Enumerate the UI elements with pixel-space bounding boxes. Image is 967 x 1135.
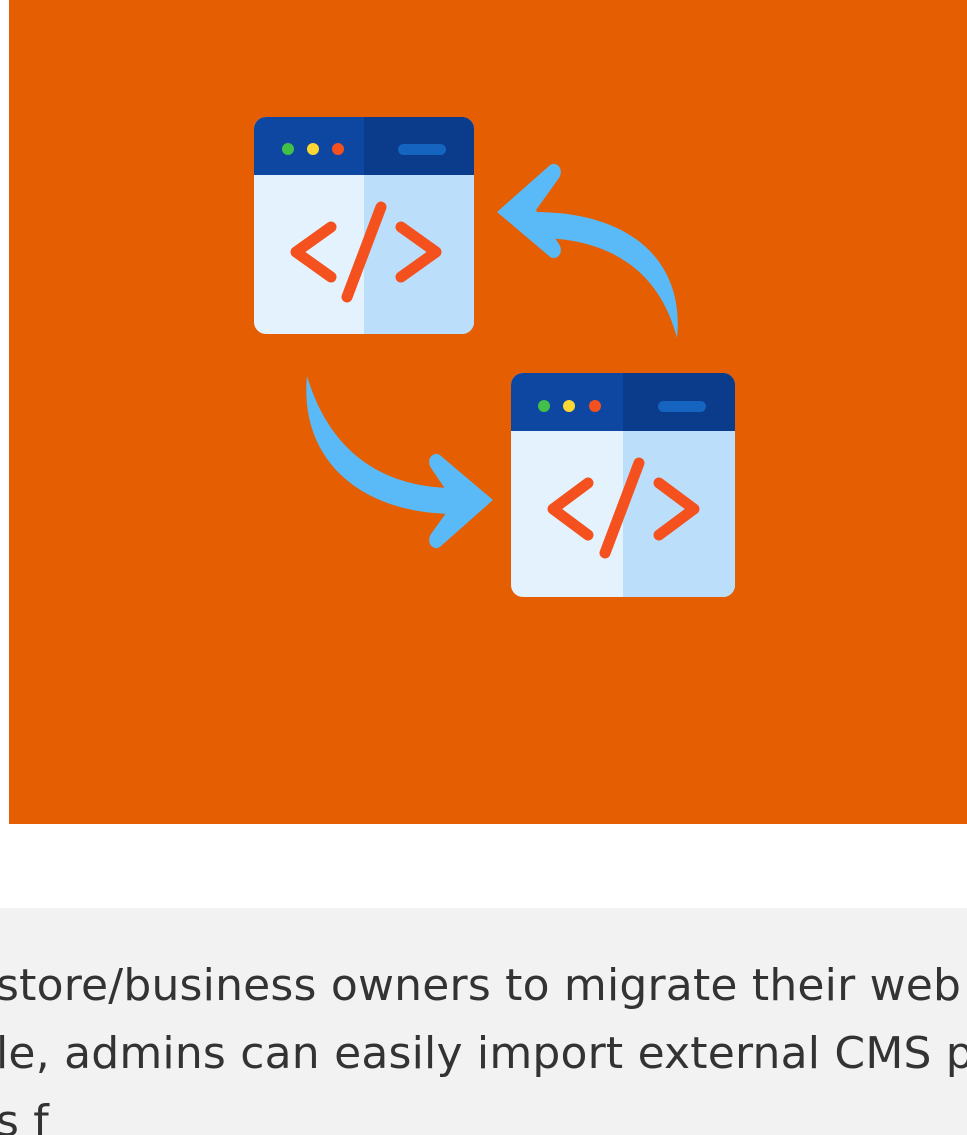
code-migration-icon xyxy=(254,117,735,597)
target-window-icon xyxy=(511,373,735,597)
description-line: le, admins can easily import external CM… xyxy=(0,1028,967,1079)
description-section: store/business owners to migrate their w… xyxy=(0,908,967,1135)
description-line: store/business owners to migrate their w… xyxy=(0,960,962,1011)
source-window-icon xyxy=(254,117,474,334)
arrow-back-icon xyxy=(497,163,678,338)
description-line: s f xyxy=(0,1096,50,1135)
hero-banner xyxy=(9,0,967,824)
arrow-forward-icon xyxy=(306,376,493,549)
